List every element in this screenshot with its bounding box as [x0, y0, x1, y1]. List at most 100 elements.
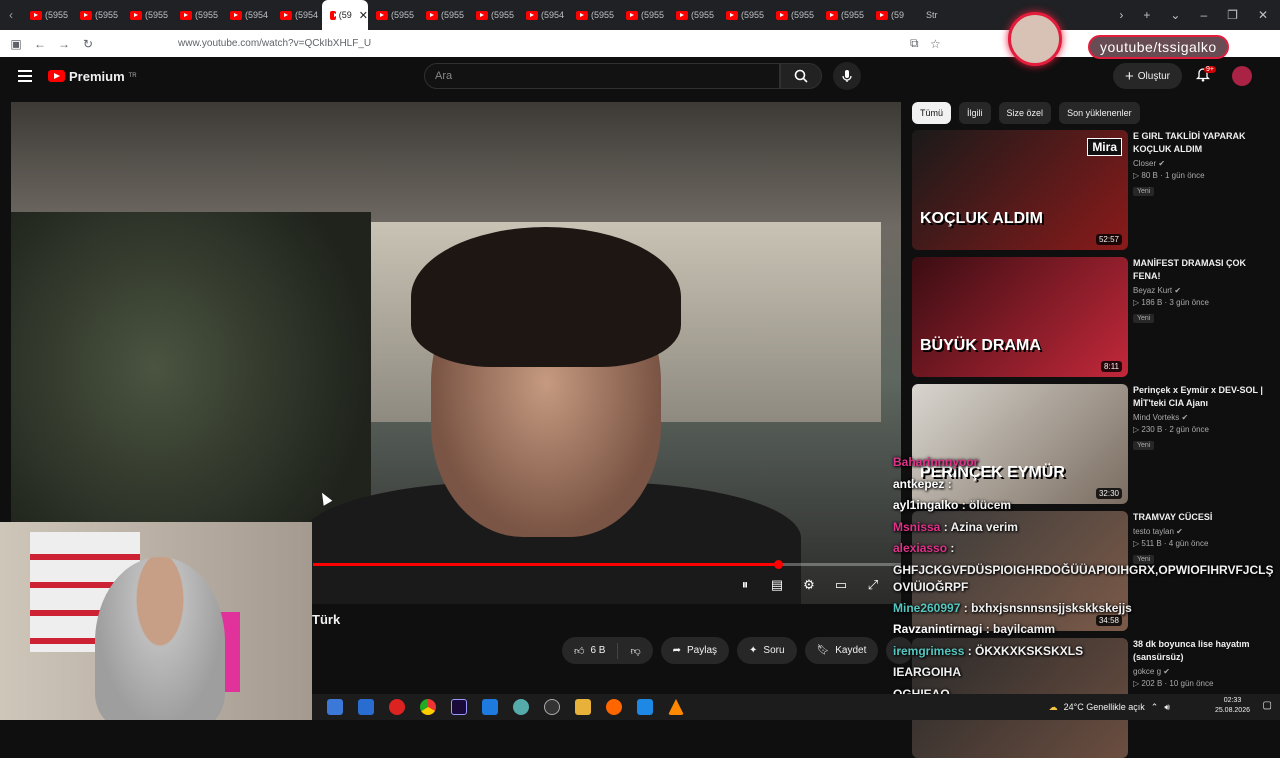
- tray-chevron-icon[interactable]: ⌃: [1151, 702, 1159, 713]
- browser-tab[interactable]: (5955: [618, 0, 668, 30]
- tab-label: Str: [926, 10, 938, 20]
- save-button[interactable]: 🔖︎ Kaydet: [804, 637, 879, 664]
- ask-button[interactable]: ✦ Soru: [737, 637, 797, 664]
- premiere-icon[interactable]: [451, 699, 467, 715]
- app-icon[interactable]: [482, 699, 498, 715]
- tab-label: (5955: [491, 10, 515, 20]
- browser-tab[interactable]: (5955: [568, 0, 618, 30]
- browser-tab[interactable]: (5955: [418, 0, 468, 30]
- browser-tab[interactable]: (5954: [222, 0, 272, 30]
- close-tab-icon[interactable]: ✕: [359, 9, 368, 22]
- tab-scroll-left-icon[interactable]: ‹: [0, 8, 22, 22]
- view-stats: ▷ 80 B · 1 gün önce: [1133, 171, 1205, 180]
- firefox-icon[interactable]: [606, 699, 622, 715]
- bookmark-star-icon[interactable]: ☆: [930, 37, 941, 51]
- taskbar-clock[interactable]: 02:33 25.08.2026: [1215, 696, 1250, 716]
- browser-tab[interactable]: (5955: [718, 0, 768, 30]
- recommended-video-title[interactable]: Perinçek x Eymür x DEV-SOL | MİT'teki CI…: [1133, 384, 1273, 410]
- share-button[interactable]: ➦ Paylaş: [660, 637, 730, 664]
- chat-text: IEARGOIHA: [893, 665, 962, 679]
- reload-icon[interactable]: ↻: [76, 37, 100, 51]
- browser-tab[interactable]: (5955: [468, 0, 518, 30]
- chat-text: : Azina verim: [943, 519, 1018, 534]
- recommended-video[interactable]: KOÇLUK ALDIM Mira 52:57 E GIRL TAKLİDİ YAPA…: [912, 130, 1272, 250]
- app-icon[interactable]: [513, 699, 529, 715]
- dislike-button[interactable]: 👎︎: [618, 645, 652, 657]
- chrome-icon[interactable]: [420, 699, 436, 715]
- browser-tab[interactable]: (5954: [518, 0, 568, 30]
- browser-tab[interactable]: (5955: [818, 0, 868, 30]
- browser-tab[interactable]: (59 ✕: [322, 0, 368, 30]
- chat-message: Baharinnnyoor: [893, 452, 1280, 474]
- back-icon[interactable]: ←: [28, 37, 52, 51]
- subtitles-icon[interactable]: ▤: [767, 576, 787, 594]
- recommended-video-title[interactable]: MANİFEST DRAMASI ÇOK FENA!: [1133, 257, 1273, 283]
- fullscreen-icon[interactable]: ⤢: [863, 576, 883, 594]
- workspaces-icon[interactable]: ▣: [4, 37, 28, 51]
- opera-icon[interactable]: [389, 699, 405, 715]
- video-thumbnail[interactable]: BÜYÜK DRAMA 8:11: [912, 257, 1128, 377]
- minimize-icon[interactable]: –: [1200, 8, 1207, 22]
- browser-tab[interactable]: (5955: [368, 0, 418, 30]
- browser-tab[interactable]: (5954: [272, 0, 322, 30]
- start-icon[interactable]: [327, 699, 343, 715]
- tab-scroll-right-icon[interactable]: ›: [1119, 8, 1123, 22]
- search-button[interactable]: [780, 63, 822, 89]
- menu-icon[interactable]: [18, 70, 32, 82]
- browser-tab[interactable]: (5955: [122, 0, 172, 30]
- app-icon[interactable]: [637, 699, 653, 715]
- volume-icon[interactable]: 🔊︎: [1164, 702, 1170, 713]
- obs-icon[interactable]: [544, 699, 560, 715]
- channel-name[interactable]: Mind Vorteks ✔: [1133, 413, 1273, 422]
- youtube-favicon-icon: [626, 10, 638, 20]
- settings-gear-icon[interactable]: ⚙: [799, 576, 819, 594]
- tab-label: (5955: [95, 10, 119, 20]
- youtube-favicon-icon: [876, 10, 888, 20]
- video-progress-scrubber[interactable]: [773, 560, 783, 569]
- recommended-video-meta: Perinçek x Eymür x DEV-SOL | MİT'teki CI…: [1133, 384, 1273, 452]
- browser-tab[interactable]: (5955: [172, 0, 222, 30]
- forward-icon[interactable]: →: [52, 37, 76, 51]
- pause-icon[interactable]: ⏸: [735, 576, 755, 594]
- close-window-icon[interactable]: ✕: [1258, 8, 1268, 22]
- chip-all[interactable]: Tümü: [912, 102, 952, 124]
- screenshot-icon[interactable]: ⧉: [910, 36, 919, 51]
- maximize-icon[interactable]: ❐: [1227, 8, 1238, 22]
- edge-icon[interactable]: [358, 699, 374, 715]
- browser-tab[interactable]: Str: [918, 0, 968, 30]
- browser-tab[interactable]: (59: [868, 0, 918, 30]
- file-explorer-icon[interactable]: [575, 699, 591, 715]
- browser-tab[interactable]: (5955: [22, 0, 72, 30]
- recommended-video-title[interactable]: E GIRL TAKLİDİ YAPARAK KOÇLUK ALDIM: [1133, 130, 1273, 156]
- recommended-video-meta: MANİFEST DRAMASI ÇOK FENA! Beyaz Kurt ✔ ▷ …: [1133, 257, 1273, 325]
- notification-center-icon[interactable]: ▢: [1263, 700, 1272, 711]
- new-tab-icon[interactable]: +: [1143, 8, 1150, 22]
- youtube-favicon-icon: [376, 10, 388, 20]
- create-button[interactable]: + Oluştur: [1113, 63, 1182, 89]
- weather-text[interactable]: 24°C Genellikle açık: [1064, 702, 1145, 712]
- voice-search-button[interactable]: [833, 62, 861, 90]
- webcam-person: [95, 557, 225, 720]
- browser-tab[interactable]: (5955: [72, 0, 122, 30]
- chat-username: iremgrimess: [893, 643, 965, 658]
- tab-list-icon[interactable]: ⌄: [1170, 8, 1180, 22]
- vlc-icon[interactable]: [668, 699, 684, 715]
- chip-for-you[interactable]: Size özel: [998, 102, 1052, 124]
- recommended-video[interactable]: BÜYÜK DRAMA 8:11 MANİFEST DRAMASI ÇOK FENA…: [912, 257, 1272, 377]
- browser-tab[interactable]: (5955: [668, 0, 718, 30]
- channel-name[interactable]: Beyaz Kurt ✔: [1133, 286, 1273, 295]
- chip-related[interactable]: İlgili: [959, 102, 991, 124]
- youtube-premium-logo[interactable]: Premium TR: [48, 69, 137, 84]
- chip-recent[interactable]: Son yüklenenler: [1059, 102, 1140, 124]
- like-button[interactable]: 👍︎ 6 B: [562, 642, 619, 659]
- channel-name[interactable]: Closer ✔: [1133, 159, 1273, 168]
- video-thumbnail[interactable]: KOÇLUK ALDIM Mira 52:57: [912, 130, 1128, 250]
- search-input[interactable]: Ara: [424, 63, 780, 89]
- tab-label: (5954: [245, 10, 269, 20]
- chat-message: ayl1ingalko : ölücem: [893, 495, 1280, 517]
- video-progress-bar[interactable]: [313, 560, 901, 569]
- url-field[interactable]: www.youtube.com/watch?v=QCkIbXHLF_U: [178, 38, 371, 49]
- theater-mode-icon[interactable]: ▭: [831, 576, 851, 594]
- browser-tab[interactable]: (5955: [768, 0, 818, 30]
- account-avatar[interactable]: [1232, 66, 1252, 86]
